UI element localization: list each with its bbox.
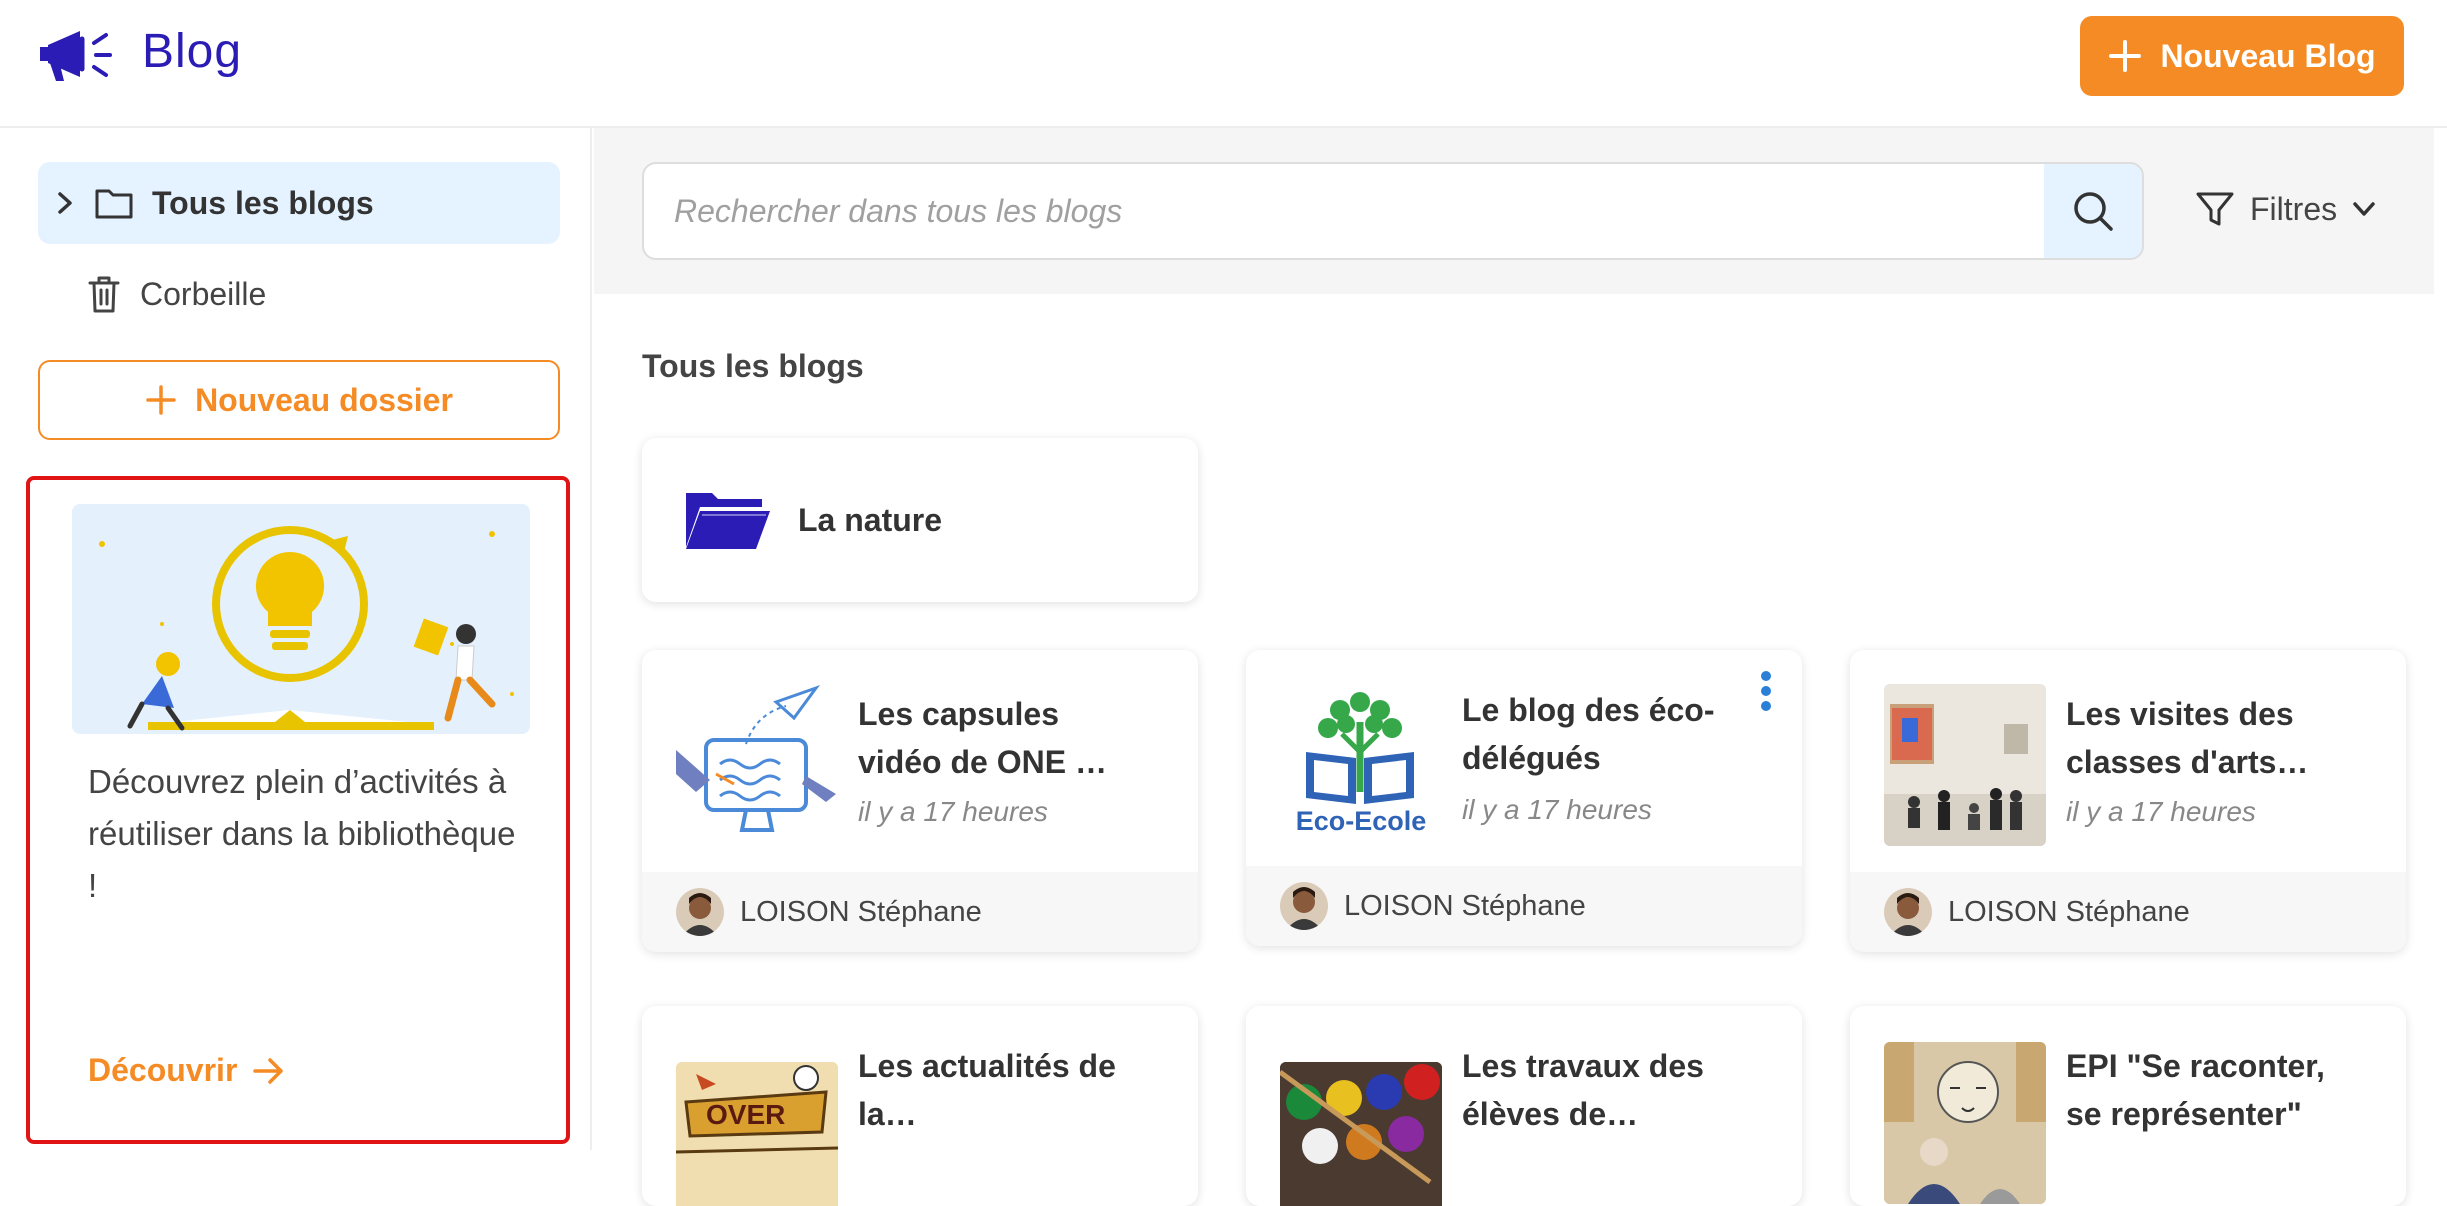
section-title: Tous les blogs xyxy=(642,348,864,384)
blog-thumbnail xyxy=(1280,1062,1442,1206)
museum-photo xyxy=(1884,684,2046,846)
blog-card[interactable]: EPI "Se raconter, se représenter" xyxy=(1850,1006,2406,1206)
megaphone-icon xyxy=(40,31,112,81)
promo-illustration xyxy=(72,504,530,734)
app-header: Blog Nouveau Blog xyxy=(0,0,2447,128)
blog-thumbnail: Eco-Ecole xyxy=(1280,682,1442,844)
arrow-right-icon xyxy=(253,1057,284,1084)
avatar xyxy=(1280,882,1328,930)
blog-thumbnail xyxy=(1884,684,2046,846)
chevron-down-icon xyxy=(2353,202,2375,216)
search-input[interactable] xyxy=(644,164,2044,258)
blog-date: il y a 17 heures xyxy=(2066,796,2256,827)
blog-date: il y a 17 heures xyxy=(858,796,1048,827)
plus-icon xyxy=(146,385,176,415)
search-icon xyxy=(2074,192,2113,231)
folder-name: La nature xyxy=(798,501,943,538)
library-promo-card: Découvrez plein d’activités à réutiliser… xyxy=(26,476,570,1144)
folder-icon xyxy=(95,189,133,219)
lightbulb-illustration xyxy=(99,526,514,731)
blog-author: LOISON Stéphane xyxy=(1948,895,2190,928)
blog-title: Le blog des éco-délégués xyxy=(1462,692,1715,776)
blog-author: LOISON Stéphane xyxy=(740,895,982,928)
video-capsule-illustration xyxy=(676,684,836,832)
paint-pots-image xyxy=(1280,1062,1442,1206)
portrait-drawing-image xyxy=(1884,1042,2046,1204)
blog-title: Les actualités de la… xyxy=(858,1048,1116,1132)
search-box xyxy=(642,162,2144,260)
new-folder-label: Nouveau dossier xyxy=(195,381,453,418)
sidebar-item-all-blogs[interactable]: Tous les blogs xyxy=(38,162,560,244)
blog-card[interactable]: Les visites des classes d'arts… il y a 1… xyxy=(1850,650,2406,952)
blog-author: LOISON Stéphane xyxy=(1344,889,1586,922)
sidebar-item-trash[interactable]: Corbeille xyxy=(86,264,266,324)
folder-card[interactable]: La nature xyxy=(642,438,1198,602)
sidebar-item-label: Corbeille xyxy=(140,275,267,312)
sidebar: Tous les blogs Corbeille Nouveau dossier xyxy=(0,128,592,1150)
blog-thumbnail xyxy=(676,684,838,846)
blog-card[interactable]: Eco-Ecole Le blog des éco-délégués il y … xyxy=(1246,650,1802,946)
trash-icon xyxy=(88,276,120,313)
search-button[interactable] xyxy=(2044,164,2142,258)
blog-title: Les capsules vidéo de ONE … xyxy=(858,696,1107,780)
plus-icon xyxy=(2109,40,2142,72)
discover-link[interactable]: Découvrir xyxy=(88,1052,285,1089)
filters-dropdown[interactable]: Filtres xyxy=(2194,188,2377,230)
new-folder-button[interactable]: Nouveau dossier xyxy=(38,360,560,440)
folder-open-icon xyxy=(686,493,770,549)
blog-title: Les travaux des élèves de… xyxy=(1462,1048,1704,1132)
blog-date: il y a 17 heures xyxy=(1462,794,1652,825)
blog-thumbnail xyxy=(1884,1042,2046,1204)
filters-label: Filtres xyxy=(2250,190,2338,227)
blog-card[interactable]: Les capsules vidéo de ONE … il y a 17 he… xyxy=(642,650,1198,952)
avatar xyxy=(676,888,724,936)
app-title: Blog xyxy=(142,25,243,78)
main-content: Filtres Tous les blogs La nature xyxy=(594,128,2447,1206)
blog-footer: LOISON Stéphane xyxy=(642,872,1198,952)
blog-title: EPI "Se raconter, se représenter" xyxy=(2066,1048,2325,1132)
discover-label: Découvrir xyxy=(88,1052,238,1088)
avatar xyxy=(1884,888,1932,936)
blog-card[interactable]: OVER Les actualités de la… xyxy=(642,1006,1198,1206)
blog-footer: LOISON Stéphane xyxy=(1850,872,2406,952)
sidebar-item-label: Tous les blogs xyxy=(152,184,374,221)
svg-text:OVER: OVER xyxy=(706,1099,785,1130)
blog-card[interactable]: Les travaux des élèves de… xyxy=(1246,1006,1802,1206)
comic-cover-image: OVER xyxy=(676,1062,838,1206)
promo-text: Découvrez plein d’activités à réutiliser… xyxy=(88,763,516,904)
blog-footer: LOISON Stéphane xyxy=(1246,866,1802,946)
new-blog-label: Nouveau Blog xyxy=(2160,37,2376,74)
filter-icon xyxy=(2196,192,2234,226)
new-blog-button[interactable]: Nouveau Blog xyxy=(2080,16,2404,96)
blog-title: Les visites des classes d'arts… xyxy=(2066,696,2309,780)
search-toolbar: Filtres xyxy=(594,128,2434,294)
chevron-right-icon[interactable] xyxy=(52,190,78,216)
more-options-icon[interactable] xyxy=(1760,670,1772,712)
blog-thumbnail: OVER xyxy=(676,1062,838,1206)
eco-ecole-text: Eco-Ecole xyxy=(1295,806,1427,836)
